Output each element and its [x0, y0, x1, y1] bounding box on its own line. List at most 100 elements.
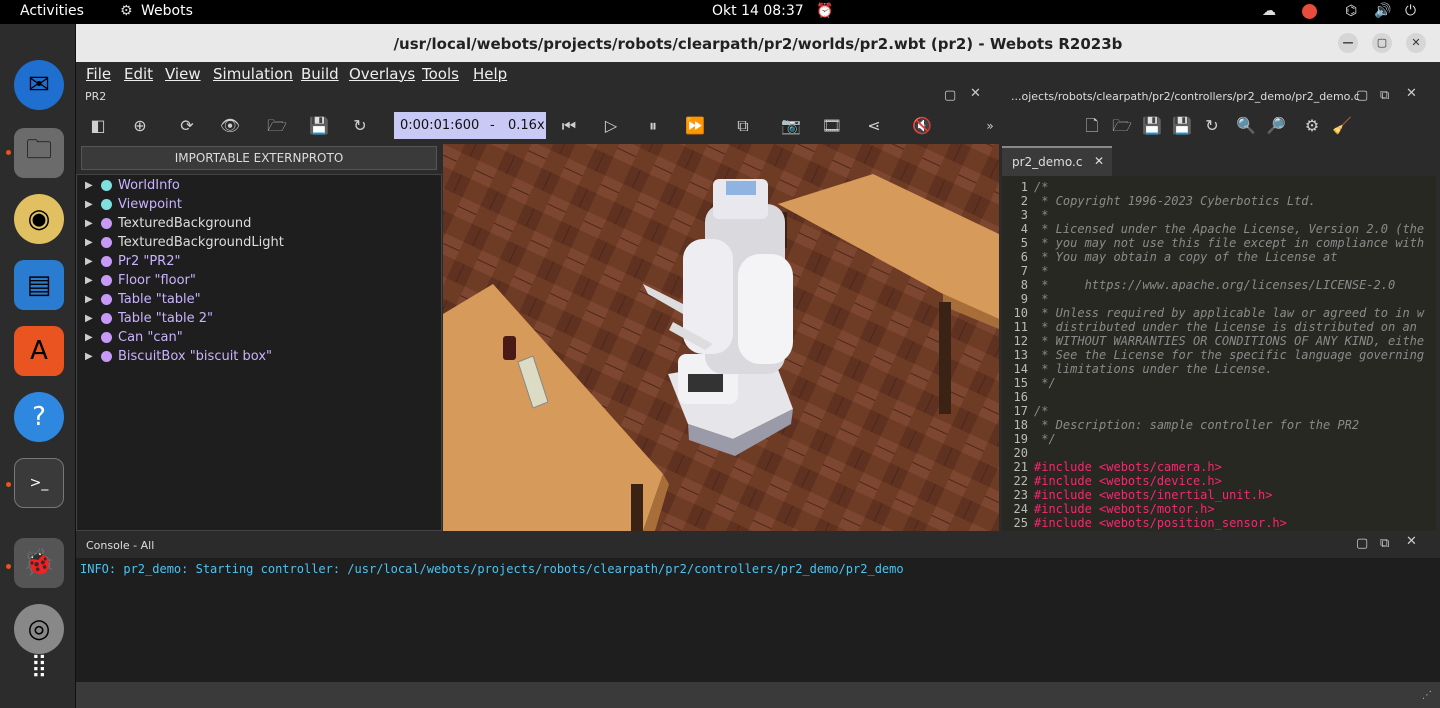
replace-icon[interactable]: 🔎 [1264, 114, 1288, 138]
status-bar: ⋰ [76, 682, 1440, 708]
editor-maximize-icon[interactable]: ⧉ [1380, 88, 1389, 103]
node-dot-icon [101, 237, 112, 248]
fast-forward-icon[interactable]: ⏩ [683, 114, 707, 138]
code-line: #include <webots/inertial_unit.h> [1034, 488, 1273, 502]
clock[interactable]: Okt 14 08:37 [712, 3, 804, 19]
webots-ladybug-icon[interactable]: 🐞 [14, 538, 64, 588]
save-file-icon[interactable]: 💾 [1140, 114, 1164, 138]
mute-icon[interactable]: 🔇 [910, 114, 934, 138]
step-icon[interactable]: ▷ [599, 114, 623, 138]
console-float-icon[interactable]: ▢ [1356, 536, 1368, 551]
revert-icon[interactable]: ↻ [1200, 114, 1224, 138]
show-apps-icon[interactable]: ⣿ [14, 640, 64, 690]
network-icon[interactable]: ⌬ [1345, 3, 1357, 19]
tree-node[interactable]: ▶ Table "table" [85, 290, 201, 309]
new-file-icon[interactable]: 🗋 [1080, 114, 1104, 138]
find-icon[interactable]: 🔍 [1234, 114, 1258, 138]
tree-node[interactable]: ▶ TexturedBackgroundLight [85, 233, 284, 252]
tree-node[interactable]: ▶ TexturedBackground [85, 214, 251, 233]
rhythmbox-icon[interactable]: ◉ [14, 194, 64, 244]
menu-help[interactable]: Help [473, 65, 507, 83]
editor-tab[interactable]: pr2_demo.c ✕ [1002, 146, 1112, 176]
console-maximize-icon[interactable]: ⧉ [1380, 536, 1389, 551]
activities-button[interactable]: Activities [20, 3, 84, 19]
active-app-name[interactable]: Webots [141, 3, 193, 19]
menu-view[interactable]: View [165, 65, 201, 83]
power-icon[interactable]: ⏻ [1405, 3, 1416, 19]
tree-node[interactable]: ▶ Pr2 "PR2" [85, 252, 180, 271]
importable-externproto-button[interactable]: IMPORTABLE EXTERNPROTO [81, 146, 437, 170]
menu-build[interactable]: Build [301, 65, 339, 83]
line-number: 3 [1020, 208, 1028, 222]
webots-window: /usr/local/webots/projects/robots/clearp… [76, 24, 1440, 708]
tree-node[interactable]: ▶ WorldInfo [85, 176, 180, 195]
can [503, 336, 516, 360]
window-title: /usr/local/webots/projects/robots/clearp… [393, 35, 1123, 53]
menu-tools[interactable]: Tools [422, 65, 459, 83]
console-close-icon[interactable]: ✕ [1406, 534, 1417, 549]
line-number: 21 [1013, 460, 1028, 474]
view-eye-icon[interactable]: 👁 [218, 114, 242, 138]
open-world-icon[interactable]: 🗁 [265, 114, 289, 138]
save-as-icon[interactable]: 💾 [1170, 114, 1194, 138]
toggle-scene-tree-icon[interactable]: ◧ [86, 114, 110, 138]
reset-simulation-icon[interactable]: ⏮ [557, 114, 581, 138]
add-node-icon[interactable]: ⊕ [128, 114, 152, 138]
save-world-icon[interactable]: 💾 [307, 114, 331, 138]
webots-app-icon: ⚙ [120, 3, 133, 19]
menu-simulation[interactable]: Simulation [213, 65, 293, 83]
line-number: 13 [1013, 348, 1028, 362]
node-label: TexturedBackground [118, 216, 252, 231]
resize-grip-icon[interactable]: ⋰ [1422, 690, 1432, 701]
app-center-icon[interactable]: A [14, 326, 64, 376]
clean-icon[interactable]: 🧹 [1330, 114, 1354, 138]
tree-node[interactable]: ▶ BiscuitBox "biscuit box" [85, 347, 272, 366]
writer-icon[interactable]: ▤ [14, 260, 64, 310]
toolbar-overflow-icon[interactable]: » [978, 114, 1002, 138]
volume-icon[interactable]: 🔊 [1374, 3, 1391, 19]
build-settings-icon[interactable]: ⚙ [1300, 114, 1324, 138]
scene-panel-close-icon[interactable]: ✕ [970, 86, 981, 101]
minimize-button[interactable]: — [1338, 33, 1358, 53]
code-line: * Unless required by applicable law or a… [1034, 306, 1425, 320]
system-top-bar: Activities ⚙ Webots Okt 14 08:37 ⏰ ☁ ⌬ 🔊… [0, 0, 1440, 24]
screenshot-icon[interactable]: 📷 [779, 114, 803, 138]
node-dot-icon [101, 256, 112, 267]
menu-file[interactable]: File [86, 65, 111, 83]
editor-close-icon[interactable]: ✕ [1406, 86, 1417, 101]
share-icon[interactable]: ⋖ [862, 114, 886, 138]
terminal-icon[interactable]: >_ [14, 458, 64, 508]
dock: ✉ 🗀 ◉ ▤ A ? >_ 🐞 ◎ ⣿ [0, 24, 76, 708]
rendering-icon[interactable]: ⧉ [731, 114, 755, 138]
tree-node[interactable]: ▶ Table "table 2" [85, 309, 213, 328]
tree-node[interactable]: ▶ Viewpoint [85, 195, 182, 214]
code-line: */ [1034, 432, 1056, 446]
3d-view[interactable] [443, 144, 999, 531]
scene-panel-float-icon[interactable]: ▢ [944, 88, 956, 103]
node-label: TexturedBackgroundLight [118, 235, 284, 250]
editor-float-icon[interactable]: ▢ [1356, 88, 1368, 103]
tree-node[interactable]: ▶ Can "can" [85, 328, 183, 347]
editor-tab-close-icon[interactable]: ✕ [1094, 154, 1104, 168]
console-header: Console - All ▢ ⧉ ✕ [76, 531, 1440, 558]
reload-world-icon[interactable]: ↻ [348, 114, 372, 138]
menu-edit[interactable]: Edit [124, 65, 153, 83]
pause-icon[interactable]: ⏸ [641, 114, 665, 138]
menu-overlays[interactable]: Overlays [349, 65, 415, 83]
help-icon[interactable]: ? [14, 392, 64, 442]
close-button[interactable]: ✕ [1406, 33, 1426, 53]
line-number: 9 [1020, 292, 1028, 306]
editor-file-path: ...ojects/robots/clearpath/pr2/controlle… [1011, 90, 1360, 103]
console-output[interactable]: INFO: pr2_demo: Starting controller: /us… [76, 558, 1440, 682]
stop-icon[interactable] [1302, 4, 1317, 19]
record-movie-icon[interactable]: 🎞 [820, 114, 844, 138]
open-file-icon[interactable]: 🗁 [1110, 114, 1134, 138]
code-line: #include <webots/camera.h> [1034, 460, 1222, 474]
tree-node[interactable]: ▶ Floor "floor" [85, 271, 196, 290]
files-icon[interactable]: 🗀 [14, 128, 64, 178]
maximize-button[interactable]: ▢ [1372, 33, 1392, 53]
code-editor[interactable]: 1 /* 2 * Copyright 1996-2023 Cyberbotics L… [1002, 176, 1436, 531]
thunderbird-icon[interactable]: ✉ [14, 60, 64, 110]
code-line: * WITHOUT WARRANTIES OR CONDITIONS OF AN… [1034, 334, 1425, 348]
reload-robot-icon[interactable]: ⟳ [175, 114, 199, 138]
